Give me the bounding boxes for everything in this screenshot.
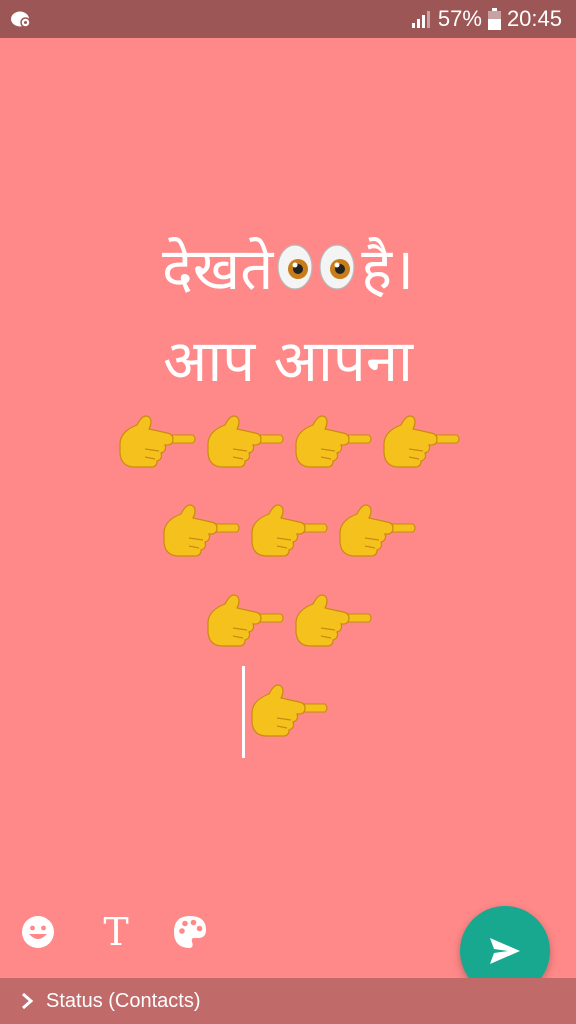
status-bar: 57% 20:45 [0,0,576,38]
pointing-hand-icon [295,594,372,647]
pointing-hand-icon [339,504,416,557]
battery-icon [487,8,501,30]
text-line-1-start: देखते [161,235,274,303]
palette-icon [174,916,206,948]
emoji-button[interactable] [16,910,60,954]
hand-row-2 [0,498,576,560]
pointing-hand-icon [251,504,328,557]
hand-row-3 [0,588,576,650]
send-icon [490,938,520,964]
battery-percent: 57% [437,6,482,31]
text-line-2: आप आपना [162,327,414,395]
app-notification-icon [11,11,31,28]
eyes-emoji-icon [277,244,355,290]
color-palette-button[interactable] [168,910,212,954]
pointing-hand-icon [207,594,284,647]
hand-row-4 [0,678,576,740]
text-line-1: देखते है। [0,223,576,315]
audience-bar[interactable]: Status (Contacts) [0,978,576,1024]
status-canvas[interactable]: देखते है। आप आपना [0,38,576,978]
pointing-hand-icon [207,415,284,468]
pointing-hand-icon [163,504,240,557]
smiley-icon [22,916,54,948]
signal-icon [411,11,430,28]
text-style-button[interactable]: T [94,910,138,954]
pointing-hand-icon [383,415,460,468]
audience-label: Status (Contacts) [46,989,201,1012]
status-time: 20:45 [506,6,562,31]
text-line-1-end: है। [361,235,415,303]
hand-row-1 [0,409,576,471]
chevron-right-icon [22,992,34,1010]
status-text-input[interactable]: देखते है। आप आपना [0,223,576,407]
pointing-hand-icon [119,415,196,468]
text-cursor [242,666,245,758]
pointing-hand-icon [251,684,328,737]
pointing-hand-icon [295,415,372,468]
status-indicators: 57% 20:45 [410,0,562,38]
